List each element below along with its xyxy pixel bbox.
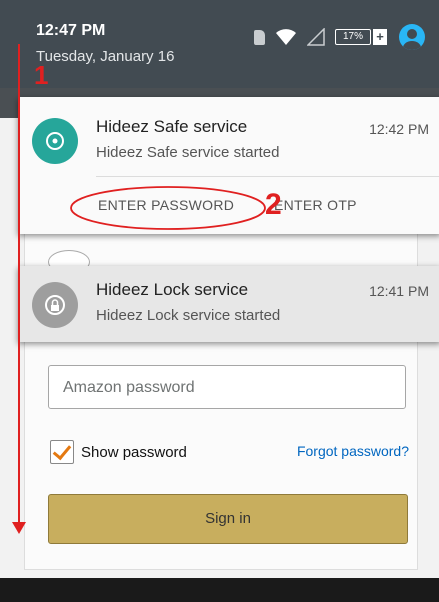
notification-title: Hideez Lock service [96,280,249,299]
amazon-password-input[interactable]: Amazon password [48,365,406,409]
annotation-arrow-line [18,44,20,530]
lock-icon [32,282,78,328]
status-date[interactable]: Tuesday, January 16 [36,48,174,65]
notification-shade-header: 12:47 PM Tuesday, January 16 17% + [0,0,439,88]
annotation-ellipse [70,186,266,230]
sign-in-button[interactable]: Sign in [48,494,408,544]
navigation-bar [0,578,439,602]
notification-text: Hideez Safe service started [96,144,280,161]
battery-level: 17% [335,29,371,45]
forgot-password-link[interactable]: Forgot password? [297,443,409,459]
show-password-checkbox[interactable] [50,440,74,464]
annotation-marker-1: 1 [34,60,49,90]
wifi-icon [276,29,296,45]
notification-hideez-lock[interactable]: Hideez Lock service Hideez Lock service … [18,266,439,342]
divider [96,176,439,177]
sim-icon [254,29,265,45]
status-icons: 17% + [254,24,425,50]
notification-time: 12:41 PM [369,283,429,299]
notification-time: 12:42 PM [369,121,429,137]
enter-otp-button[interactable]: ENTER OTP [274,197,357,213]
notification-text: Hideez Lock service started [96,307,281,324]
charging-icon: + [373,29,387,45]
avatar-icon[interactable] [399,24,425,50]
target-icon [32,118,78,164]
notification-title: Hideez Safe service [96,117,248,136]
battery-icon: 17% + [335,29,389,45]
status-time: 12:47 PM [36,22,106,39]
annotation-arrowhead [12,522,26,534]
show-password-label: Show password [81,444,187,461]
signal-icon [307,28,325,46]
